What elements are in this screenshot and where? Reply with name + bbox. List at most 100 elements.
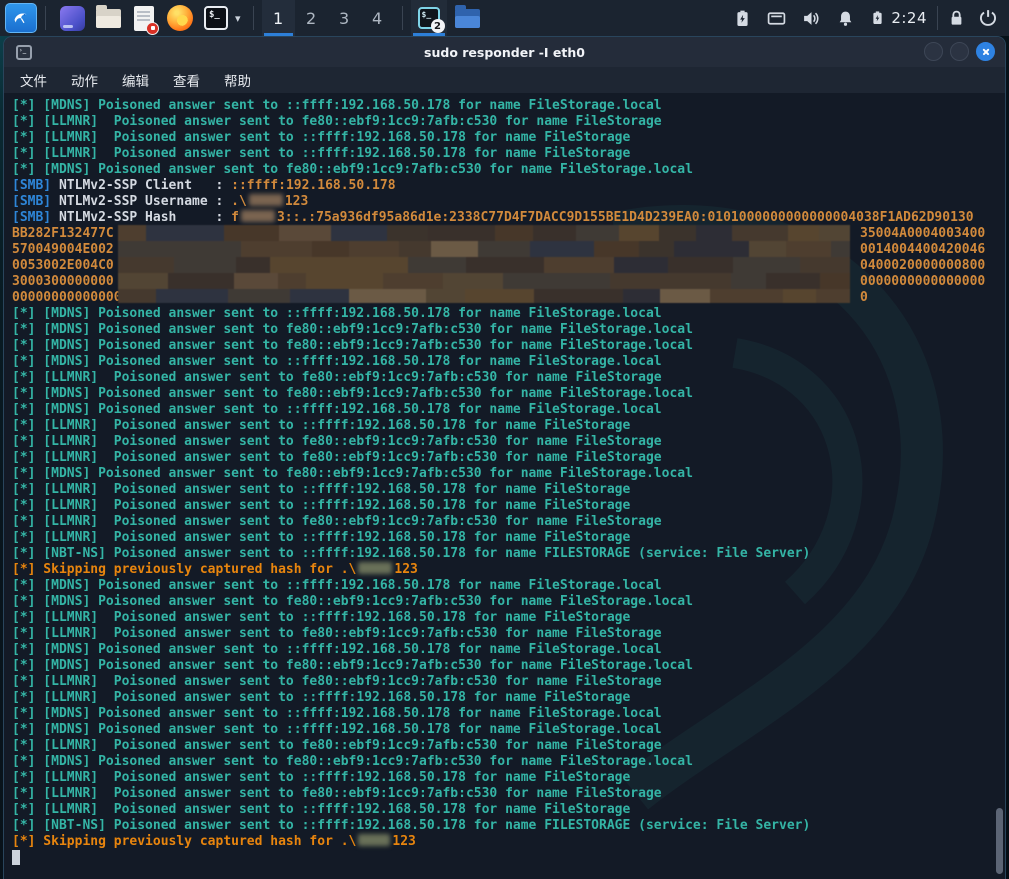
terminal-line: [*] [MDNS] Poisoned answer sent to ::fff… (12, 98, 1005, 114)
window-controls (924, 42, 995, 61)
kali-dragon-icon (12, 9, 30, 27)
terminal-line: [*] [LLMNR] Poisoned answer sent to ::ff… (12, 418, 1005, 434)
terminal-line: [*] [MDNS] Poisoned answer sent to ::fff… (12, 354, 1005, 370)
launcher-file-manager[interactable] (93, 3, 123, 33)
workspace-switcher: 1234 (262, 0, 394, 36)
terminal-window: ›_ sudo responder -I eth0 文件动作编辑查看帮助 [*]… (3, 36, 1006, 879)
scrollbar-thumb[interactable] (996, 808, 1003, 874)
chevron-down-icon[interactable]: ▾ (235, 12, 241, 25)
menu-item-3[interactable]: 查看 (165, 67, 208, 93)
terminal-line: [*] [LLMNR] Poisoned answer sent to ::ff… (12, 530, 1005, 546)
firefox-icon (167, 5, 193, 31)
redaction-blur (358, 562, 392, 574)
menu-item-4[interactable]: 帮助 (216, 67, 259, 93)
terminal-line: [*] [LLMNR] Poisoned answer sent to ::ff… (12, 802, 1005, 818)
desktop: $_ ▾ 1234 $_ 2 (0, 0, 1009, 879)
terminal-line: [*] [MDNS] Poisoned answer sent to fe80:… (12, 338, 1005, 354)
terminal-line: [*] [LLMNR] Poisoned answer sent to fe80… (12, 674, 1005, 690)
lock-icon[interactable] (948, 9, 965, 27)
terminal-line: [*] [LLMNR] Poisoned answer sent to ::ff… (12, 482, 1005, 498)
top-panel: $_ ▾ 1234 $_ 2 (0, 0, 1009, 36)
terminal-line: [*] [LLMNR] Poisoned answer sent to ::ff… (12, 610, 1005, 626)
terminal-viewport[interactable]: [*] [MDNS] Poisoned answer sent to ::fff… (4, 93, 1005, 879)
session-controls (948, 9, 997, 27)
workspace-4[interactable]: 4 (361, 0, 394, 36)
display-icon[interactable] (767, 10, 786, 27)
terminal-line: [*] [LLMNR] Poisoned answer sent to fe80… (12, 114, 1005, 130)
blue-folder-icon (455, 9, 480, 28)
workspace-1[interactable]: 1 (262, 0, 295, 36)
terminal-line: [*] [LLMNR] Poisoned answer sent to fe80… (12, 434, 1005, 450)
panel-separator (45, 6, 46, 30)
terminal-line: [*] [LLMNR] Poisoned answer sent to ::ff… (12, 130, 1005, 146)
terminal-line: [*] [LLMNR] Poisoned answer sent to ::ff… (12, 770, 1005, 786)
menu-bar: 文件动作编辑查看帮助 (4, 67, 1005, 93)
terminal-line: [*] [LLMNR] Poisoned answer sent to fe80… (12, 786, 1005, 802)
minimize-button[interactable] (924, 42, 943, 61)
terminal-line: [*] [LLMNR] Poisoned answer sent to fe80… (12, 450, 1005, 466)
terminal-line: [*] [MDNS] Poisoned answer sent to fe80:… (12, 754, 1005, 770)
battery-charging-icon[interactable] (734, 10, 751, 27)
redaction-blur (241, 210, 275, 222)
document-icon (134, 6, 154, 31)
launcher-firefox[interactable] (165, 3, 195, 33)
terminal-line: [*] [NBT-NS] Poisoned answer sent to ::f… (12, 546, 1005, 562)
terminal-line: [SMB] NTLMv2-SSP Username : .\123 (12, 194, 1005, 210)
maximize-button[interactable] (950, 42, 969, 61)
terminal-line: [*] [LLMNR] Poisoned answer sent to ::ff… (12, 146, 1005, 162)
redaction-mosaic (118, 225, 850, 303)
terminal-line: [*] [MDNS] Poisoned answer sent to ::fff… (12, 306, 1005, 322)
terminal-line: [*] [MDNS] Poisoned answer sent to fe80:… (12, 162, 1005, 178)
edit-badge-icon (146, 22, 159, 35)
taskbar-folder-window[interactable] (447, 0, 488, 36)
terminal-line: [*] [MDNS] Poisoned answer sent to ::fff… (12, 706, 1005, 722)
workspace-2[interactable]: 2 (295, 0, 328, 36)
menu-item-2[interactable]: 编辑 (114, 67, 157, 93)
taskbar-terminal-group[interactable]: $_ 2 (411, 0, 447, 36)
window-terminal-icon: ›_ (16, 45, 32, 60)
system-tray (734, 10, 885, 27)
panel-separator (937, 6, 938, 30)
terminal-line: [*] [MDNS] Poisoned answer sent to ::fff… (12, 642, 1005, 658)
volume-icon[interactable] (802, 10, 821, 27)
terminal-line: [*] [LLMNR] Poisoned answer sent to ::ff… (12, 498, 1005, 514)
title-bar[interactable]: ›_ sudo responder -I eth0 (4, 37, 1005, 67)
terminal-line: [*] [MDNS] Poisoned answer sent to fe80:… (12, 386, 1005, 402)
terminal-line: [*] Skipping previously captured hash fo… (12, 562, 1005, 578)
terminal-line: [*] Skipping previously captured hash fo… (12, 834, 1005, 850)
clock[interactable]: 2:24 (891, 9, 927, 27)
redaction-blur (249, 194, 283, 206)
window-app-icon (60, 6, 85, 31)
terminal-line: [*] [MDNS] Poisoned answer sent to ::fff… (12, 402, 1005, 418)
launcher-window-app[interactable] (57, 3, 87, 33)
kali-menu-button[interactable] (5, 3, 37, 33)
notifications-bell-icon[interactable] (837, 10, 854, 27)
window-title: sudo responder -I eth0 (4, 45, 1005, 60)
terminal-line: [SMB] NTLMv2-SSP Client : ::ffff:192.168… (12, 178, 1005, 194)
panel-left-group: $_ ▾ 1234 $_ 2 (0, 0, 488, 36)
terminal-line: [*] [LLMNR] Poisoned answer sent to fe80… (12, 626, 1005, 642)
menu-item-1[interactable]: 动作 (63, 67, 106, 93)
launcher-terminal[interactable]: $_ (201, 3, 231, 33)
terminal-line: [*] [LLMNR] Poisoned answer sent to fe80… (12, 738, 1005, 754)
terminal-cursor (12, 850, 20, 865)
workspace-3[interactable]: 3 (328, 0, 361, 36)
power-plugin-icon[interactable] (870, 10, 885, 26)
folder-icon (96, 9, 121, 28)
terminal-line: [SMB] NTLMv2-SSP Hash : f3::.:75a936df95… (12, 210, 1005, 226)
terminal-line: [*] [LLMNR] Poisoned answer sent to fe80… (12, 514, 1005, 530)
terminal-line: [*] [LLMNR] Poisoned answer sent to ::ff… (12, 690, 1005, 706)
terminal-line: [*] [MDNS] Poisoned answer sent to fe80:… (12, 594, 1005, 610)
terminal-line (12, 850, 1005, 866)
redaction-blur (358, 834, 390, 846)
launcher-text-editor[interactable] (129, 3, 159, 33)
terminal-line: [*] [MDNS] Poisoned answer sent to ::fff… (12, 578, 1005, 594)
terminal-line: [*] [MDNS] Poisoned answer sent to fe80:… (12, 466, 1005, 482)
terminal-output: [*] [MDNS] Poisoned answer sent to ::fff… (4, 93, 1005, 866)
close-button[interactable] (976, 42, 995, 61)
panel-right-group: 2:24 (734, 0, 1009, 36)
logout-icon[interactable] (979, 9, 997, 27)
terminal-line: [*] [MDNS] Poisoned answer sent to fe80:… (12, 322, 1005, 338)
terminal-line: [*] [MDNS] Poisoned answer sent to fe80:… (12, 658, 1005, 674)
menu-item-0[interactable]: 文件 (12, 67, 55, 93)
